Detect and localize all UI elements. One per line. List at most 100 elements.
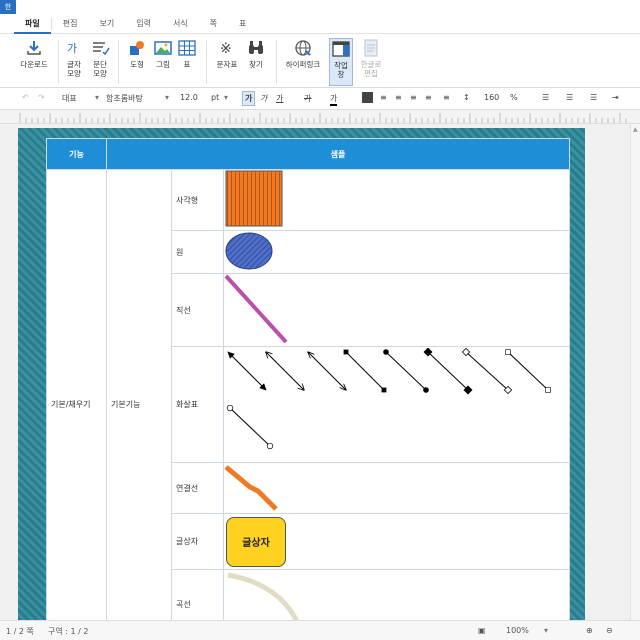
row-label-circle: 원 xyxy=(171,230,224,274)
style-select[interactable]: 대표 xyxy=(62,93,77,104)
zoom-in-icon[interactable]: ⊕ xyxy=(586,626,593,635)
indent-icon[interactable]: ⇥ xyxy=(612,93,619,102)
page-indicator[interactable]: 1 / 2 쪽 xyxy=(6,626,34,637)
sample-textbox[interactable]: 글상자 xyxy=(226,516,286,567)
download-icon xyxy=(27,41,41,55)
picture-icon xyxy=(154,41,172,55)
sample-ellipse[interactable] xyxy=(224,231,294,271)
undo-icon[interactable]: ↶ xyxy=(22,93,29,102)
connector-diamond-ends[interactable] xyxy=(423,347,473,394)
connector-square-ends[interactable] xyxy=(343,349,387,392)
underline-button[interactable]: 가 xyxy=(276,93,283,104)
table-button[interactable]: 표 xyxy=(176,38,198,69)
tab-view[interactable]: 보기 xyxy=(88,14,125,34)
char-shape-label-1: 글자 xyxy=(67,60,81,69)
connector-open-square-ends[interactable] xyxy=(505,348,551,393)
align-distribute-icon[interactable]: ≡ xyxy=(425,93,432,102)
zoom-out-icon[interactable]: ⊖ xyxy=(606,626,613,635)
vertical-scrollbar[interactable]: ▲ xyxy=(630,124,640,620)
workspace-pane-label-1: 작업 xyxy=(334,61,348,70)
align-right-icon[interactable]: ≡ xyxy=(410,93,417,102)
row-label-arrow: 화살표 xyxy=(171,346,224,463)
svg-text:※: ※ xyxy=(220,41,232,57)
table-label: 표 xyxy=(183,60,191,69)
svg-text:가: 가 xyxy=(67,42,77,55)
status-bar: 1 / 2 쪽 구역 : 1 / 2 ▣ 100% ▾ ⊕ ⊖ xyxy=(0,620,640,640)
tab-insert[interactable]: 입력 xyxy=(125,14,162,34)
connector-circle-ends[interactable] xyxy=(383,348,429,393)
arrow-line-both[interactable] xyxy=(308,352,346,390)
style-dropdown-icon[interactable]: ▾ xyxy=(95,93,99,102)
font-dropdown-icon[interactable]: ▾ xyxy=(165,93,169,102)
menu-bar: 한 파일 편집 보기 입력 서식 쪽 표 xyxy=(0,0,640,34)
ribbon-separator xyxy=(206,40,207,84)
arrow-filled-both[interactable] xyxy=(227,351,267,390)
sample-cell-textbox: 글상자 xyxy=(223,513,570,570)
bookmark-icon[interactable]: ▣ xyxy=(478,626,486,635)
row-label-textbox: 글상자 xyxy=(171,513,224,570)
tab-table[interactable]: 표 xyxy=(228,14,257,34)
horizontal-ruler[interactable] xyxy=(0,110,640,124)
para-shape-button[interactable]: 문단 모양 xyxy=(88,38,112,78)
ribbon-separator xyxy=(276,40,277,84)
font-size-unit[interactable]: pt xyxy=(211,93,219,102)
size-dropdown-icon[interactable]: ▾ xyxy=(224,93,228,102)
zoom-dropdown-icon[interactable]: ▾ xyxy=(544,626,548,635)
outline-list-icon[interactable]: ☰ xyxy=(590,93,597,102)
category-cell: 기본/채우기 xyxy=(46,169,107,640)
line-spacing-input[interactable]: 160 xyxy=(484,93,499,102)
font-color-button[interactable]: 가 xyxy=(330,93,338,106)
scroll-up-icon[interactable]: ▲ xyxy=(633,126,638,133)
find-button[interactable]: 찾기 xyxy=(244,38,268,69)
char-shape-button[interactable]: 가 글자 모양 xyxy=(62,38,86,78)
workspace-pane-button[interactable]: 작업 창 xyxy=(329,38,353,86)
globe-icon xyxy=(295,40,311,56)
tab-edit[interactable]: 편집 xyxy=(52,14,89,34)
sample-arrow-set xyxy=(226,347,551,449)
tab-page[interactable]: 쪽 xyxy=(199,14,228,34)
align-center-icon[interactable]: ≡ xyxy=(395,93,402,102)
sample-rectangle[interactable] xyxy=(224,170,294,228)
ribbon-toolbar: 다운로드 가 글자 모양 문단 모양 도형 그림 표 ※ 문자표 찾기 하이퍼링… xyxy=(0,34,640,88)
align-divide-icon[interactable]: ≡ xyxy=(443,93,450,102)
zoom-level[interactable]: 100% xyxy=(506,626,529,635)
bold-button[interactable]: 가 xyxy=(242,91,256,106)
open-in-hangul-button[interactable]: 한글로 편집 xyxy=(356,38,386,78)
sample-cell-arrows xyxy=(223,346,570,463)
download-button[interactable]: 다운로드 xyxy=(14,38,54,69)
tab-file[interactable]: 파일 xyxy=(14,14,51,34)
italic-button[interactable]: 가 xyxy=(260,93,267,104)
align-left-icon[interactable]: ≡ xyxy=(380,93,387,102)
sample-cell-circle xyxy=(223,230,570,274)
strikethrough-button[interactable]: 가 xyxy=(304,93,311,104)
hyperlink-button[interactable]: 하이퍼링크 xyxy=(280,38,326,69)
numbered-list-icon[interactable]: ☰ xyxy=(566,93,573,102)
hyperlink-label: 하이퍼링크 xyxy=(285,60,321,69)
subcategory-cell: 기본기능 xyxy=(106,169,172,640)
connector-open-diamond-ends[interactable] xyxy=(461,347,513,394)
shape-label: 도형 xyxy=(130,60,144,69)
redo-icon[interactable]: ↷ xyxy=(38,93,45,102)
picture-button[interactable]: 그림 xyxy=(152,38,174,69)
font-size-input[interactable]: 12.0 xyxy=(180,93,198,102)
sample-straight-line[interactable] xyxy=(224,274,294,344)
symbol-button[interactable]: ※ 문자표 xyxy=(212,38,242,69)
ruler-ticks xyxy=(19,113,627,123)
shape-button[interactable]: 도형 xyxy=(124,38,150,69)
font-select[interactable]: 함초롬바탕 xyxy=(106,93,143,104)
align-justify-icon[interactable] xyxy=(362,92,373,103)
tab-format[interactable]: 서식 xyxy=(162,14,199,34)
shape-icon xyxy=(130,41,144,55)
sample-connector-line[interactable] xyxy=(224,463,294,511)
line-spacing-icon: ↕ xyxy=(463,93,470,102)
connector-open-circle-ends[interactable] xyxy=(226,404,274,449)
arrow-open-both[interactable] xyxy=(266,352,304,390)
find-label: 찾기 xyxy=(249,60,263,69)
row-label-connector: 연결선 xyxy=(171,462,224,514)
ribbon-separator xyxy=(118,40,119,84)
table-header-sample: 샘플 xyxy=(106,138,570,170)
ribbon-separator xyxy=(58,40,59,84)
bullet-list-icon[interactable]: ☰ xyxy=(542,93,549,102)
line-spacing-unit[interactable]: % xyxy=(510,93,518,102)
para-shape-icon xyxy=(93,42,110,56)
